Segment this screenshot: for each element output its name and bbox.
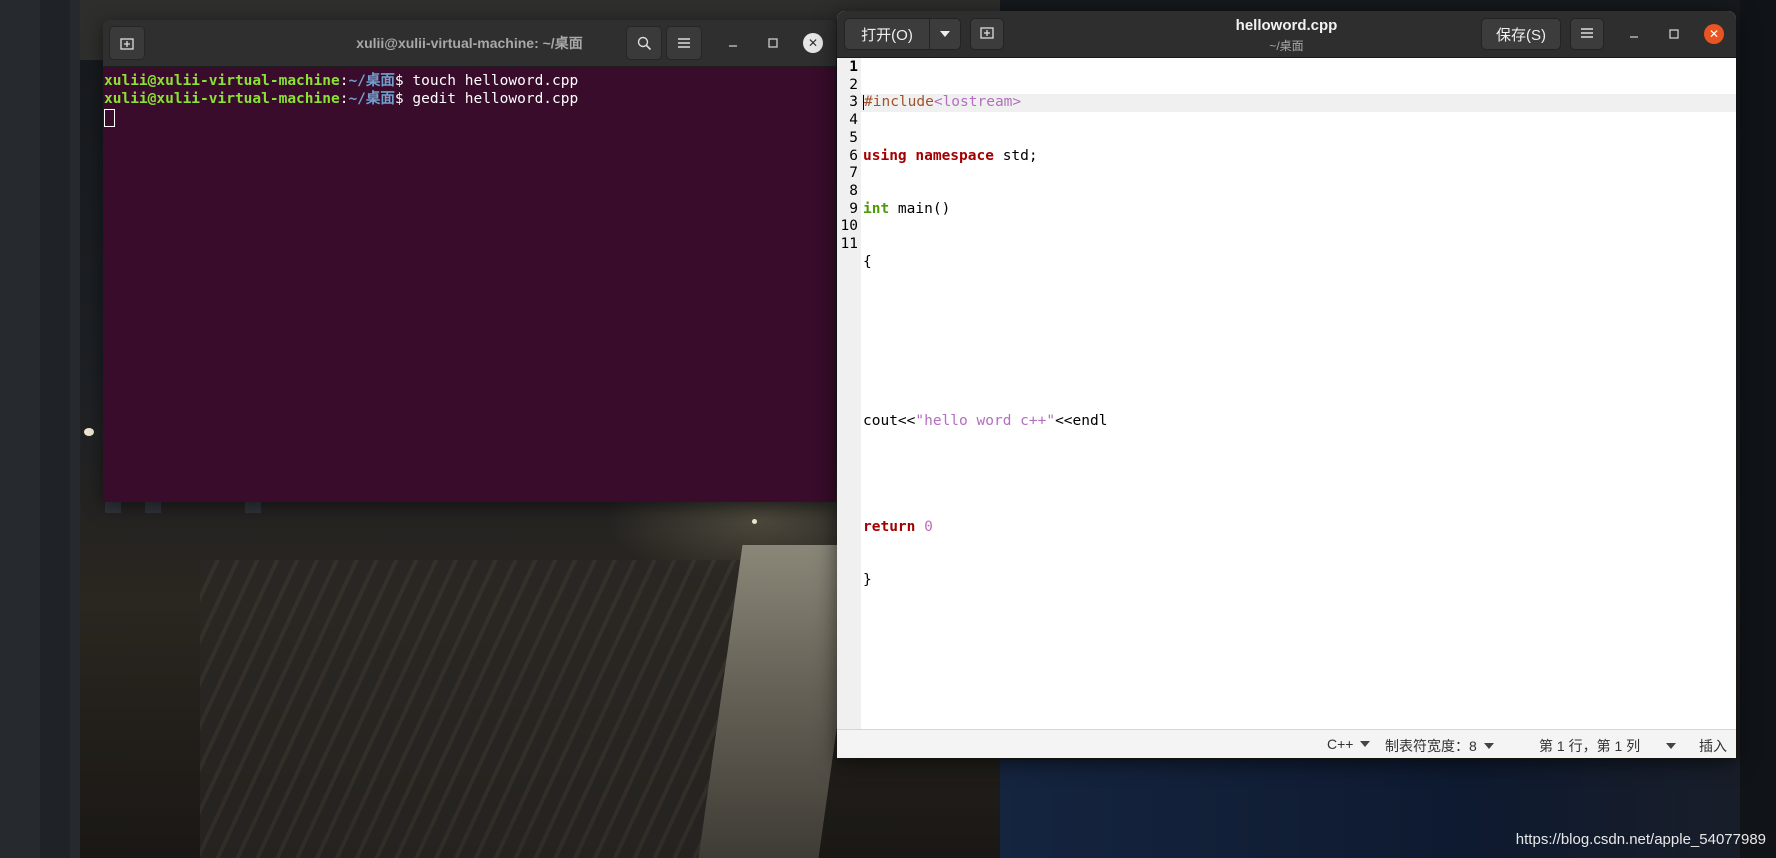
terminal-window[interactable]: xulii@xulii-virtual-machine: ~/桌面 ✕ xuli…: [103, 20, 836, 502]
minimize-icon[interactable]: [1624, 24, 1644, 44]
prompt-user: xulii@xulii-virtual-machine: [104, 91, 340, 107]
command-text: $ touch helloword.cpp: [394, 73, 579, 89]
hamburger-menu-button[interactable]: [1570, 18, 1604, 50]
chevron-down-icon: [1360, 741, 1371, 747]
line-number: 7: [849, 165, 858, 182]
close-icon[interactable]: ✕: [1704, 24, 1724, 44]
language-label: C++: [1327, 736, 1354, 752]
code-line[interactable]: [861, 466, 1736, 484]
code-line[interactable]: }: [861, 572, 1736, 590]
code-token: }: [863, 572, 872, 589]
code-token: {: [863, 253, 872, 270]
line-number: 1: [849, 59, 858, 75]
watermark-url: https://blog.csdn.net/apple_54077989: [1515, 831, 1766, 848]
code-token: "hello word c++": [915, 412, 1056, 429]
cursor-position-selector[interactable]: 第 1 行，第 1 列: [1539, 736, 1677, 756]
hamburger-menu-icon[interactable]: [666, 26, 702, 60]
search-icon[interactable]: [626, 26, 662, 60]
gedit-window[interactable]: 打开(O) helloword.cpp ~/桌面 保存(S) ✕ 1 2 3 4…: [837, 11, 1736, 758]
prompt-path: ~/桌面: [348, 73, 395, 89]
terminal-cursor: [104, 109, 115, 127]
line-number-gutter: 1 2 3 4 5 6 7 8 9 10 11: [837, 58, 861, 730]
line-number: 11: [840, 236, 858, 253]
maximize-icon[interactable]: [1664, 24, 1684, 44]
insert-mode-indicator[interactable]: 插入: [1699, 736, 1727, 756]
line-number: 6: [849, 147, 858, 164]
tab-width-selector[interactable]: 制表符宽度：8: [1385, 736, 1494, 756]
insert-mode-label: 插入: [1699, 738, 1727, 754]
terminal-output[interactable]: xulii@xulii-virtual-machine:~/桌面$ touch …: [103, 67, 836, 127]
chevron-down-icon: [1666, 743, 1677, 749]
code-line[interactable]: {: [861, 254, 1736, 272]
cursor-position-label: 第 1 行，第 1 列: [1539, 738, 1641, 754]
code-line[interactable]: [861, 307, 1736, 325]
code-token: int: [863, 200, 890, 217]
terminal-line: xulii@xulii-virtual-machine:~/桌面$ touch …: [104, 72, 836, 90]
line-number: 10: [840, 218, 858, 235]
code-token: <lostream>: [933, 94, 1022, 111]
code-line[interactable]: cout<<"hello word c++"<<endl: [861, 413, 1736, 431]
code-line[interactable]: [861, 625, 1736, 643]
code-line[interactable]: using namespace std;: [861, 148, 1736, 166]
line-number: 4: [849, 112, 858, 129]
chevron-down-icon: [1483, 743, 1494, 749]
line-number: 3: [849, 94, 858, 111]
code-token: namespace: [915, 147, 994, 164]
code-token: return: [863, 519, 916, 536]
tab-width-label: 制表符宽度：8: [1385, 738, 1477, 754]
code-token: using: [863, 147, 907, 164]
code-token: #include: [864, 94, 934, 111]
terminal-titlebar[interactable]: xulii@xulii-virtual-machine: ~/桌面 ✕: [103, 20, 836, 67]
line-number: 8: [849, 182, 858, 199]
code-token: std;: [993, 147, 1038, 164]
maximize-icon[interactable]: [763, 33, 783, 53]
status-bar: C++ 制表符宽度：8 第 1 行，第 1 列 插入: [837, 729, 1736, 758]
close-icon[interactable]: ✕: [803, 33, 823, 53]
line-number: 2: [849, 76, 858, 93]
command-text: $ gedit helloword.cpp: [394, 91, 579, 107]
code-token: <<endl: [1055, 412, 1108, 429]
save-button[interactable]: 保存(S): [1481, 18, 1561, 50]
line-number: 5: [849, 129, 858, 146]
code-text-area[interactable]: #include<lostream> using namespace std; …: [861, 58, 1736, 730]
code-line[interactable]: int main(): [861, 201, 1736, 219]
code-editor[interactable]: 1 2 3 4 5 6 7 8 9 10 11 #include<lostrea…: [837, 58, 1736, 730]
terminal-prompt-line[interactable]: [104, 108, 836, 127]
prompt-user: xulii@xulii-virtual-machine: [104, 73, 340, 89]
language-selector[interactable]: C++: [1327, 736, 1371, 752]
code-token: 0: [924, 519, 933, 536]
code-line[interactable]: #include<lostream>: [861, 94, 1736, 113]
code-line[interactable]: [861, 360, 1736, 378]
code-token: cout<<: [863, 412, 916, 429]
code-token: main(): [889, 200, 951, 217]
code-line[interactable]: return 0: [861, 519, 1736, 537]
minimize-icon[interactable]: [723, 33, 743, 53]
line-number: 9: [849, 200, 858, 217]
gedit-headerbar[interactable]: 打开(O) helloword.cpp ~/桌面 保存(S) ✕: [837, 11, 1736, 58]
terminal-line: xulii@xulii-virtual-machine:~/桌面$ gedit …: [104, 90, 836, 108]
hamburger-menu-icon: [1580, 26, 1594, 43]
prompt-path: ~/桌面: [348, 91, 395, 107]
